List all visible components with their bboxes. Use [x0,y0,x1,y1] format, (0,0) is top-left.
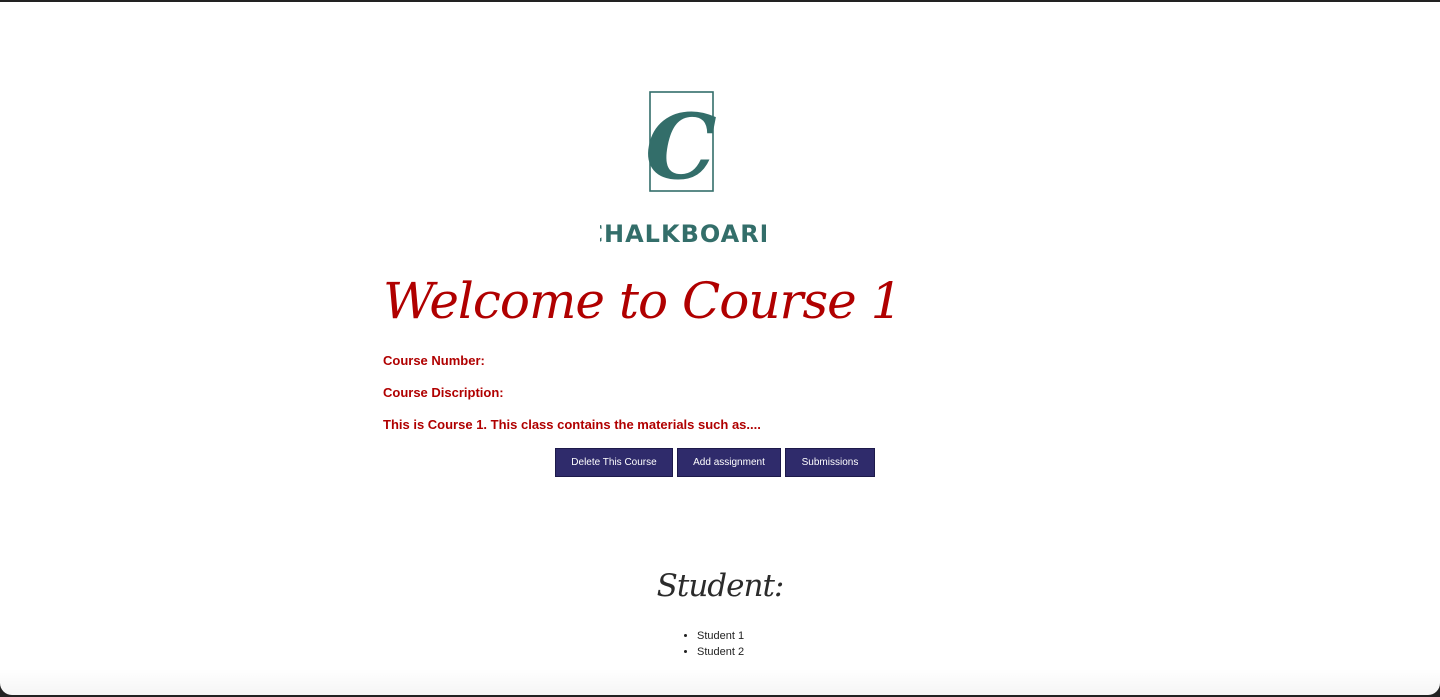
course-actions: Delete This Course Add assignment Submis… [555,448,875,477]
list-item: Student 2 [697,644,744,660]
chalkboard-logo-icon: C CHALKBOARD [600,91,766,248]
add-assignment-button[interactable]: Add assignment [677,448,781,477]
list-item: Student 1 [697,628,744,644]
students-heading: Student: [656,568,785,604]
logo-name: CHALKBOARD [600,220,766,248]
page-frame: C CHALKBOARD Welcome to Course 1 Course … [0,2,1440,695]
chalkboard-logo: C CHALKBOARD [600,90,766,250]
course-number-label: Course Number: [383,353,485,368]
bottom-edge-shadow [0,669,1440,695]
logo-letter: C [645,94,717,200]
submissions-button[interactable]: Submissions [785,448,875,477]
page-title: Welcome to Course 1 [383,272,902,330]
student-list: Student 1 Student 2 [683,628,744,660]
course-description-text: This is Course 1. This class contains th… [383,417,761,432]
delete-course-button[interactable]: Delete This Course [555,448,673,477]
course-description-label: Course Discription: [383,385,504,400]
